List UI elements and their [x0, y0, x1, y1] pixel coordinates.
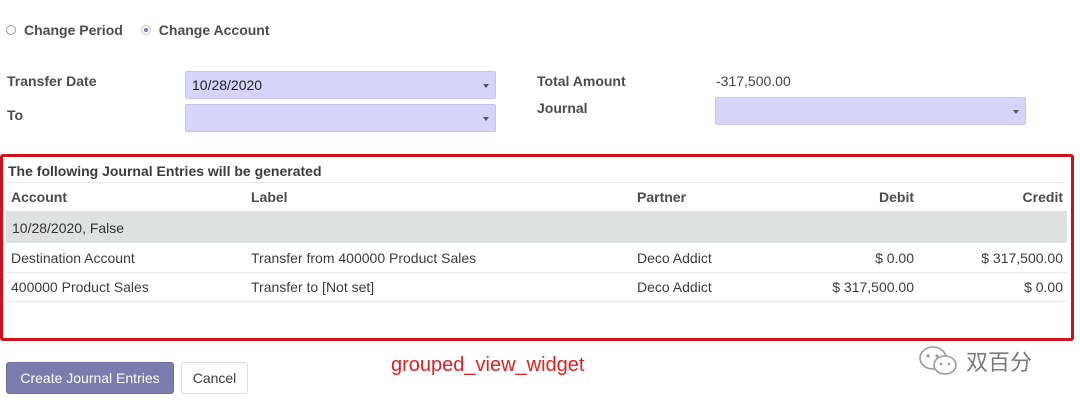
row-1-label: Transfer from 400000 Product Sales	[251, 250, 477, 266]
row-2-account: 400000 Product Sales	[11, 279, 149, 295]
radio-circle-checked[interactable]	[140, 25, 151, 35]
journal-label: Journal	[537, 100, 588, 116]
watermark: 双百分	[918, 344, 1032, 378]
row-2-credit: $ 0.00	[1024, 279, 1063, 295]
row-2-debit: $ 317,500.00	[832, 279, 914, 295]
mode-radio-group: Change Period Change Account	[6, 22, 288, 38]
annotation-label: grouped_view_widget	[391, 354, 585, 376]
to-account-select[interactable]	[185, 104, 496, 132]
radio-change-account[interactable]: Change Account	[140, 22, 270, 38]
row-2-partner: Deco Addict	[637, 279, 712, 295]
row-1-partner: Deco Addict	[637, 250, 712, 266]
grouped-view-title: The following Journal Entries will be ge…	[8, 163, 322, 179]
row-divider	[6, 272, 1067, 273]
transfer-date-field[interactable]: 10/28/2020	[185, 71, 496, 99]
chevron-down-icon	[1013, 110, 1019, 114]
total-amount-label: Total Amount	[537, 73, 626, 89]
group-header-row[interactable]	[6, 211, 1067, 243]
chevron-down-icon	[483, 117, 489, 121]
journal-select[interactable]	[715, 97, 1026, 125]
row-1-debit: $ 0.00	[875, 250, 914, 266]
radio-change-period[interactable]: Change Period	[6, 22, 123, 38]
transfer-date-value: 10/28/2020	[192, 77, 263, 93]
chat-bubbles-icon	[919, 346, 957, 375]
radio-change-period-label: Change Period	[24, 22, 123, 38]
row-divider	[6, 301, 1067, 302]
row-1-account: Destination Account	[11, 250, 135, 266]
column-header-debit: Debit	[879, 189, 914, 205]
radio-circle-unchecked[interactable]	[6, 25, 16, 35]
column-header-partner: Partner	[637, 189, 687, 205]
column-header-label: Label	[251, 189, 288, 205]
column-header-credit: Credit	[1022, 189, 1063, 205]
radio-change-account-label: Change Account	[158, 22, 270, 38]
column-header-account: Account	[11, 189, 67, 205]
create-journal-entries-button[interactable]: Create Journal Entries	[6, 362, 174, 394]
table-top-divider	[6, 182, 1067, 183]
row-1-credit: $ 317,500.00	[981, 250, 1063, 266]
transfer-date-label: Transfer Date	[7, 73, 97, 89]
group-header-text: 10/28/2020, False	[12, 220, 125, 236]
chevron-down-icon	[483, 84, 489, 88]
row-2-label: Transfer to [Not set]	[251, 279, 375, 295]
total-amount-value: -317,500.00	[716, 73, 791, 89]
watermark-text: 双百分	[966, 351, 1033, 376]
to-label: To	[7, 107, 24, 123]
cancel-button[interactable]: Cancel	[181, 362, 248, 394]
